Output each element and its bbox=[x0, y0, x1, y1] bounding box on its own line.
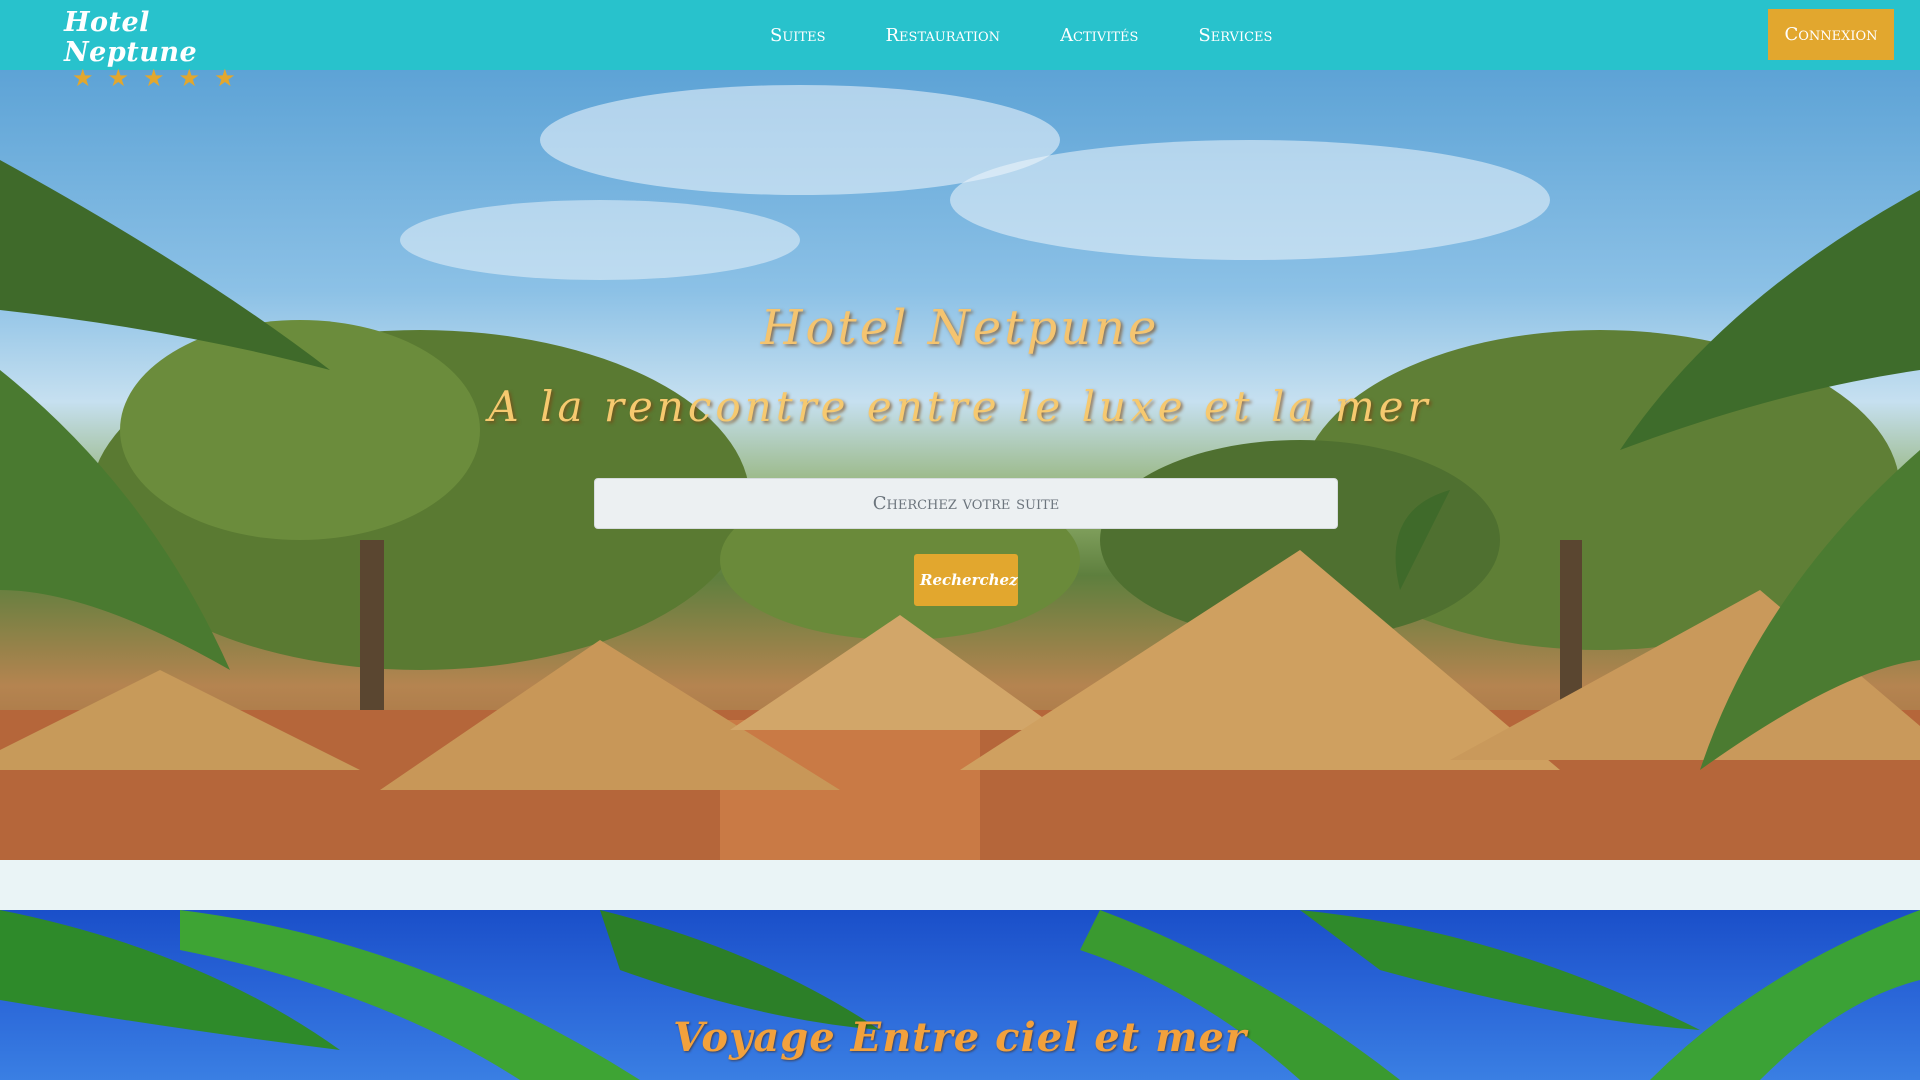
hero-section: Hotel Netpune A la rencontre entre le lu… bbox=[0, 70, 1920, 860]
search-button[interactable]: Recherchez bbox=[914, 554, 1018, 606]
suite-search-input[interactable] bbox=[594, 478, 1338, 529]
star-icon: ★ bbox=[178, 64, 201, 92]
section-title: Voyage Entre ciel et mer bbox=[673, 1014, 1247, 1061]
voyage-section: Voyage Entre ciel et mer bbox=[0, 910, 1920, 1080]
nav-link-suites[interactable]: Suites bbox=[740, 25, 856, 46]
brand-name[interactable]: Hotel Neptune bbox=[64, 8, 264, 68]
navbar: Hotel Neptune ★ ★ ★ ★ ★ Suites Restaurat… bbox=[0, 0, 1920, 91]
star-icon: ★ bbox=[72, 64, 94, 92]
login-button[interactable]: Connexion bbox=[1768, 9, 1894, 60]
main-nav: Suites Restauration Activités Services bbox=[740, 0, 1302, 70]
hero-background-image bbox=[0, 85, 1920, 860]
rating-stars: ★ ★ ★ ★ ★ bbox=[72, 66, 264, 90]
brand-logo[interactable]: Hotel Neptune ★ ★ ★ ★ ★ bbox=[64, 8, 264, 91]
star-icon: ★ bbox=[214, 64, 236, 92]
nav-link-services[interactable]: Services bbox=[1168, 25, 1302, 46]
section-divider bbox=[0, 860, 1920, 910]
hero-subtitle: A la rencontre entre le luxe et la mer bbox=[488, 382, 1432, 431]
nav-link-restauration[interactable]: Restauration bbox=[856, 25, 1031, 46]
hero-title: Hotel Netpune bbox=[760, 300, 1160, 356]
star-icon: ★ bbox=[143, 64, 165, 92]
nav-link-activites[interactable]: Activités bbox=[1030, 25, 1168, 46]
star-icon: ★ bbox=[107, 64, 130, 92]
